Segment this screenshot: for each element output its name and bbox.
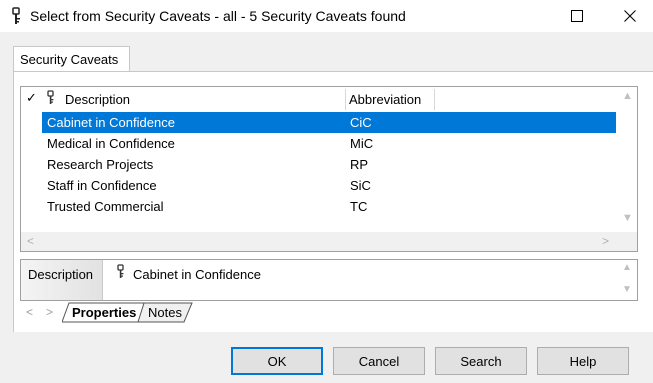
key-icon xyxy=(12,7,20,24)
property-name: Description xyxy=(28,267,94,282)
scroll-down-icon[interactable]: ▼ xyxy=(622,212,633,224)
scroll-left-icon[interactable]: < xyxy=(27,234,34,248)
column-divider[interactable] xyxy=(345,89,346,110)
help-button[interactable]: Help xyxy=(537,347,629,375)
cell-description: Cabinet in Confidence xyxy=(47,115,175,130)
properties-panel: Description Cabinet in Confidence ▲ ▼ xyxy=(20,259,638,301)
prev-icon[interactable]: < xyxy=(26,305,33,319)
key-icon xyxy=(117,264,124,278)
vertical-scrollbar[interactable]: ▲ ▼ xyxy=(617,87,637,232)
scroll-down-icon[interactable]: ▼ xyxy=(622,284,632,295)
table-row[interactable]: Medical in Confidence MiC xyxy=(21,133,617,154)
next-icon[interactable]: > xyxy=(46,305,53,319)
cell-abbreviation: TC xyxy=(350,199,368,214)
grid-header: ✓ Description Abbreviation xyxy=(21,87,637,112)
close-icon xyxy=(624,10,636,22)
cell-description: Research Projects xyxy=(47,157,154,172)
search-button[interactable]: Search xyxy=(435,347,527,375)
tab-label: Security Caveats xyxy=(20,52,119,67)
window-title: Select from Security Caveats - all - 5 S… xyxy=(30,8,406,24)
table-row[interactable]: Research Projects RP xyxy=(21,154,617,175)
property-value[interactable]: Cabinet in Confidence xyxy=(133,267,261,282)
tab-notes[interactable]: Notes xyxy=(148,305,182,320)
column-header-abbreviation[interactable]: Abbreviation xyxy=(349,92,421,107)
property-name-cell: Description xyxy=(21,260,103,300)
cell-abbreviation: RP xyxy=(350,157,369,172)
close-button[interactable] xyxy=(607,0,653,32)
column-header-description[interactable]: Description xyxy=(65,92,130,107)
maximize-button[interactable] xyxy=(554,0,600,32)
bottom-tab-strip: Properties Notes xyxy=(62,302,194,324)
scroll-up-icon[interactable]: ▲ xyxy=(622,90,633,102)
properties-scrollbar[interactable]: ▲ ▼ xyxy=(619,260,637,300)
cell-description: Staff in Confidence xyxy=(47,178,157,193)
cancel-button[interactable]: Cancel xyxy=(333,347,425,375)
cell-abbreviation: SiC xyxy=(350,178,371,193)
table-row[interactable]: Trusted Commercial TC xyxy=(21,196,617,217)
cell-description: Medical in Confidence xyxy=(47,136,175,151)
scroll-up-icon[interactable]: ▲ xyxy=(622,262,632,273)
check-column-header[interactable]: ✓ xyxy=(26,90,37,106)
horizontal-scrollbar[interactable]: < > xyxy=(21,232,637,251)
maximize-icon xyxy=(571,10,583,22)
key-icon xyxy=(47,90,54,104)
scroll-right-icon[interactable]: > xyxy=(602,234,609,248)
grid-rows: Cabinet in Confidence CiC Medical in Con… xyxy=(21,112,617,217)
title-bar: Select from Security Caveats - all - 5 S… xyxy=(0,0,653,32)
column-divider[interactable] xyxy=(434,89,435,110)
table-row[interactable]: Staff in Confidence SiC xyxy=(21,175,617,196)
table-row[interactable]: Cabinet in Confidence CiC xyxy=(42,112,616,133)
caveats-grid[interactable]: ✓ Description Abbreviation Cabinet in Co… xyxy=(20,86,638,252)
tab-properties[interactable]: Properties xyxy=(72,305,136,320)
ok-button[interactable]: OK xyxy=(231,347,323,375)
cell-abbreviation: CiC xyxy=(350,115,372,130)
tab-security-caveats[interactable]: Security Caveats xyxy=(13,46,130,72)
cell-abbreviation: MiC xyxy=(350,136,374,151)
cell-description: Trusted Commercial xyxy=(47,199,164,214)
